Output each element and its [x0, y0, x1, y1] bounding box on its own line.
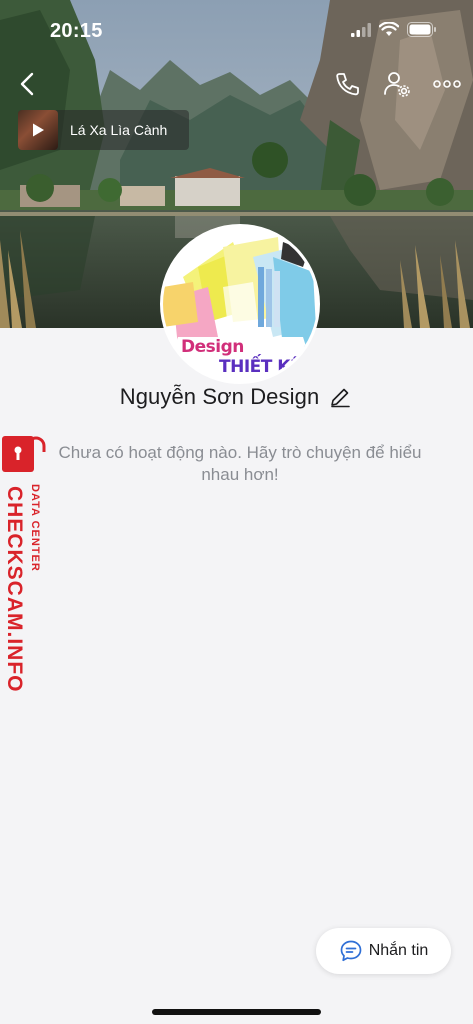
home-indicator[interactable]	[152, 1009, 321, 1015]
empty-activity-message: Chưa có hoạt động nào. Hãy trò chuyện để…	[58, 443, 422, 484]
chat-bubble-icon	[340, 940, 362, 962]
profile-screen: 20:15 Lá Xa Lìa Cành Design THIẾT KẾ Ngu…	[0, 0, 473, 1024]
more-button[interactable]	[431, 68, 463, 100]
play-icon	[33, 123, 44, 137]
send-message-button[interactable]: Nhắn tin	[316, 928, 451, 974]
avatar-text-design: Design	[181, 337, 244, 357]
watermark-brand: CHECKSCAM.INFO	[3, 486, 26, 693]
phone-icon	[336, 73, 359, 96]
signal-icon	[351, 22, 371, 42]
profile-settings-button[interactable]	[381, 68, 413, 100]
avatar[interactable]: Design THIẾT KẾ	[160, 224, 320, 384]
profile-music[interactable]: Lá Xa Lìa Cành	[18, 110, 189, 150]
watermark-sub: DATA CENTER	[29, 484, 41, 572]
send-message-label: Nhắn tin	[368, 942, 429, 959]
edit-name-button[interactable]	[327, 384, 353, 410]
user-settings-icon	[384, 72, 410, 97]
music-title: Lá Xa Lìa Cành	[70, 122, 168, 138]
watermark: CHECKSCAM.INFO DATA CENTER	[0, 436, 50, 693]
nav-actions	[331, 68, 463, 100]
avatar-text-thiet-ke: THIẾT KẾ	[219, 357, 302, 377]
lock-icon	[2, 436, 46, 472]
more-icon	[433, 80, 461, 88]
status-icons	[351, 21, 437, 42]
profile-name-row: Nguyễn Sơn Design	[0, 384, 473, 410]
call-button[interactable]	[331, 68, 363, 100]
battery-icon	[407, 22, 437, 42]
status-bar: 20:15	[0, 0, 473, 60]
status-time: 20:15	[50, 20, 103, 42]
music-thumbnail	[18, 110, 58, 150]
profile-name: Nguyễn Sơn Design	[119, 384, 320, 409]
back-button[interactable]	[14, 70, 42, 98]
wifi-icon	[378, 21, 400, 42]
back-chevron-icon	[20, 72, 34, 96]
edit-pencil-icon	[331, 388, 351, 408]
